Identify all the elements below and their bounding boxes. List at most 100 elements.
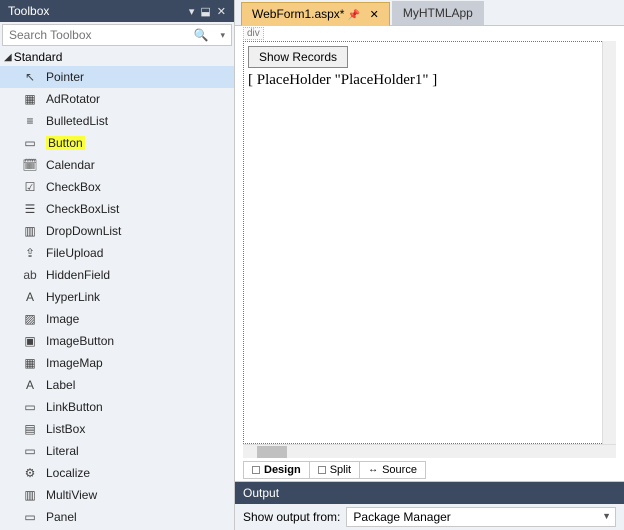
tag-navigator[interactable]: div xyxy=(235,26,624,39)
button-icon: ▭ xyxy=(22,135,38,151)
tab-label: WebForm1.aspx* xyxy=(252,7,344,21)
tab-close-icon[interactable]: ✕ xyxy=(370,9,379,21)
imagebutton-icon: ▣ xyxy=(22,333,38,349)
toolbox-item-label: Literal xyxy=(46,444,79,458)
search-icon[interactable]: 🔍 xyxy=(188,28,215,42)
toolbox-item-fileupload[interactable]: ⇪FileUpload xyxy=(0,242,234,264)
output-title: Output xyxy=(243,486,279,500)
chevron-down-icon: ▼ xyxy=(602,511,611,521)
category-header-standard[interactable]: ◢ Standard xyxy=(0,48,234,66)
view-tab-design[interactable]: Design xyxy=(243,461,310,479)
toolbox-item-dropdownlist[interactable]: ▥DropDownList xyxy=(0,220,234,242)
toolbox-item-image[interactable]: ▨ Image xyxy=(0,308,234,330)
output-from-label: Show output from: xyxy=(243,510,340,524)
toolbox-item-label: BulletedList xyxy=(46,114,108,128)
toolbox-item-localize[interactable]: ⚙ Localize xyxy=(0,462,234,484)
toolbox-item-button[interactable]: ▭ Button xyxy=(0,132,234,154)
toolbox-search[interactable]: 🔍 ▾ xyxy=(2,24,232,46)
adrotator-icon: ▦ xyxy=(22,91,38,107)
tab-webform1[interactable]: WebForm1.aspx* 📌 ✕ xyxy=(241,2,390,26)
toolbox-item-checkbox[interactable]: ☑ CheckBox xyxy=(0,176,234,198)
search-input[interactable] xyxy=(3,26,188,44)
view-mode-tabs: Design Split ↔Source xyxy=(235,458,624,482)
collapse-icon: ◢ xyxy=(4,52,12,63)
toolbox-item-label: HyperLink xyxy=(46,290,100,304)
vertical-scrollbar[interactable] xyxy=(602,41,616,444)
toolbox-items: ↖ Pointer ▦ AdRotator ≡ BulletedList ▭ Button 🗓C… xyxy=(0,66,234,530)
toolbox-item-label: ListBox xyxy=(46,422,85,436)
toolbox-item-multiview[interactable]: ▥ MultiView xyxy=(0,484,234,506)
split-icon xyxy=(318,466,326,474)
toolbox-header: Toolbox ▾ ⬓ ✕ xyxy=(0,0,234,22)
horizontal-scrollbar[interactable] xyxy=(243,444,616,458)
toolbox-item-label: Label xyxy=(46,378,75,392)
pin-icon[interactable]: ⬓ xyxy=(200,5,210,18)
toolbox-item-label: Pointer xyxy=(46,70,84,84)
category-label: Standard xyxy=(14,50,63,64)
imagemap-icon: ▦ xyxy=(22,355,38,371)
toolbox-item-label: CheckBoxList xyxy=(46,202,119,216)
toolbox-item-bulletedlist[interactable]: ≡ BulletedList xyxy=(0,110,234,132)
toolbox-item-calendar[interactable]: 🗓Calendar xyxy=(0,154,234,176)
toolbox-panel: Toolbox ▾ ⬓ ✕ 🔍 ▾ ◢ Standard ↖ Pointer ▦ Ad… xyxy=(0,0,235,530)
output-source-value: Package Manager xyxy=(353,510,450,524)
bulletedlist-icon: ≡ xyxy=(22,113,38,129)
label-icon: A xyxy=(22,377,38,393)
design-surface[interactable]: Show Records [ PlaceHolder "PlaceHolder1… xyxy=(243,41,616,444)
placeholder-control[interactable]: [ PlaceHolder "PlaceHolder1" ] xyxy=(248,72,611,89)
toolbox-item-literal[interactable]: ▭ Literal xyxy=(0,440,234,462)
editor-area: WebForm1.aspx* 📌 ✕ MyHTMLApp div Show Re… xyxy=(235,0,624,530)
toolbox-item-pointer[interactable]: ↖ Pointer xyxy=(0,66,234,88)
toolbox-item-imagebutton[interactable]: ▣ImageButton xyxy=(0,330,234,352)
toolbox-item-label: AdRotator xyxy=(46,92,100,106)
toolbox-item-hiddenfield[interactable]: ab HiddenField xyxy=(0,264,234,286)
view-tab-split[interactable]: Split xyxy=(310,461,360,479)
hyperlink-icon: A xyxy=(22,289,38,305)
window-menu-icon[interactable]: ▾ xyxy=(189,5,195,18)
design-icon xyxy=(252,466,260,474)
image-icon: ▨ xyxy=(22,311,38,327)
listbox-icon: ▤ xyxy=(22,421,38,437)
toolbox-item-label[interactable]: A Label xyxy=(0,374,234,396)
toolbox-item-listbox[interactable]: ▤ ListBox xyxy=(0,418,234,440)
tab-pin-icon[interactable]: 📌 xyxy=(348,10,360,21)
close-icon[interactable]: ✕ xyxy=(217,5,226,18)
pointer-icon: ↖ xyxy=(22,69,38,85)
toolbox-item-panel[interactable]: ▭Panel xyxy=(0,506,234,528)
multiview-icon: ▥ xyxy=(22,487,38,503)
toolbox-item-label: ImageMap xyxy=(46,356,103,370)
linkbutton-icon: ▭ xyxy=(22,399,38,415)
fileupload-icon: ⇪ xyxy=(22,245,38,261)
show-records-button[interactable]: Show Records xyxy=(248,46,348,68)
search-clear-icon[interactable]: ▾ xyxy=(214,30,231,41)
document-tabstrip: WebForm1.aspx* 📌 ✕ MyHTMLApp xyxy=(235,0,624,26)
toolbox-item-label: DropDownList xyxy=(46,224,121,238)
toolbox-item-label: CheckBox xyxy=(46,180,101,194)
output-source-dropdown[interactable]: Package Manager ▼ xyxy=(346,507,616,527)
toolbox-item-label: Panel xyxy=(46,510,77,524)
toolbox-item-adrotator[interactable]: ▦ AdRotator xyxy=(0,88,234,110)
tab-myhtmlapp[interactable]: MyHTMLApp xyxy=(392,1,484,25)
toolbox-item-label: Localize xyxy=(46,466,90,480)
toolbox-item-linkbutton[interactable]: ▭ LinkButton xyxy=(0,396,234,418)
toolbox-title: Toolbox xyxy=(8,4,49,18)
toolbox-item-label: MultiView xyxy=(46,488,97,502)
toolbox-item-label: HiddenField xyxy=(46,268,110,282)
toolbox-item-label: Calendar xyxy=(46,158,95,172)
toolbox-item-label: Button xyxy=(46,136,85,150)
tab-label: MyHTMLApp xyxy=(403,6,473,20)
literal-icon: ▭ xyxy=(22,443,38,459)
toolbox-item-label: Image xyxy=(46,312,79,326)
toolbox-item-imagemap[interactable]: ▦ ImageMap xyxy=(0,352,234,374)
source-icon: ↔ xyxy=(368,464,378,475)
toolbox-item-hyperlink[interactable]: A HyperLink xyxy=(0,286,234,308)
tag-div[interactable]: div xyxy=(243,27,264,40)
view-tab-source[interactable]: ↔Source xyxy=(360,461,426,479)
checkbox-icon: ☑ xyxy=(22,179,38,195)
output-toolbar: Show output from: Package Manager ▼ xyxy=(235,504,624,530)
toolbox-item-checkboxlist[interactable]: ☰CheckBoxList xyxy=(0,198,234,220)
toolbox-item-label: LinkButton xyxy=(46,400,103,414)
output-panel-header[interactable]: Output xyxy=(235,482,624,504)
hiddenfield-icon: ab xyxy=(22,267,38,283)
localize-icon: ⚙ xyxy=(22,465,38,481)
